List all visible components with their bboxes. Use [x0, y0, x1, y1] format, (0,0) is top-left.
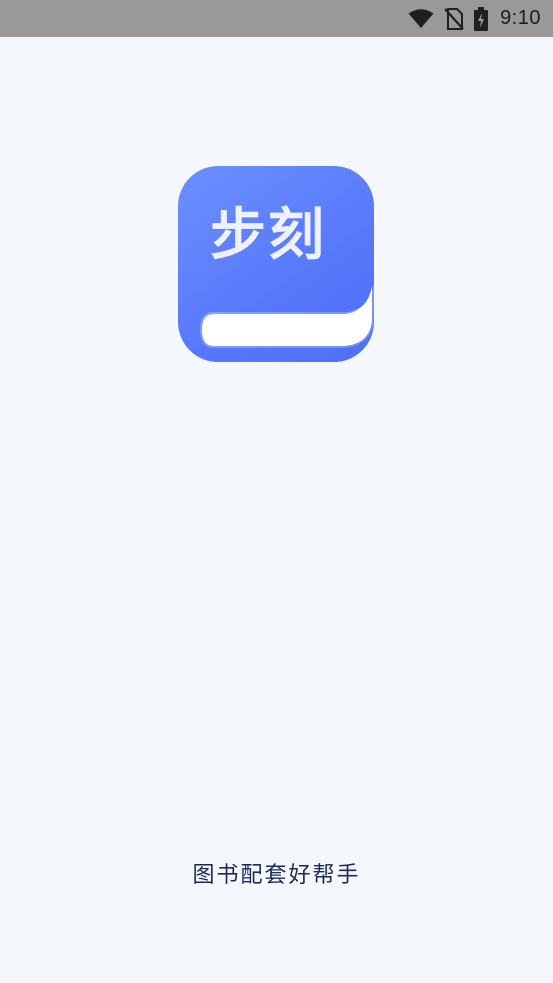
status-bar: 9:10 [0, 0, 553, 37]
status-time: 9:10 [500, 7, 541, 29]
status-icons: 9:10 [408, 0, 541, 37]
wifi-icon [408, 8, 434, 29]
no-sim-icon [444, 7, 464, 30]
tagline: 图书配套好帮手 [192, 863, 361, 888]
battery-charging-icon [474, 6, 489, 31]
logo-text: 步刻 [210, 203, 326, 268]
splash-screen: 步刻 图书配套好帮手 [0, 37, 553, 983]
app-logo: 步刻 [178, 166, 374, 362]
